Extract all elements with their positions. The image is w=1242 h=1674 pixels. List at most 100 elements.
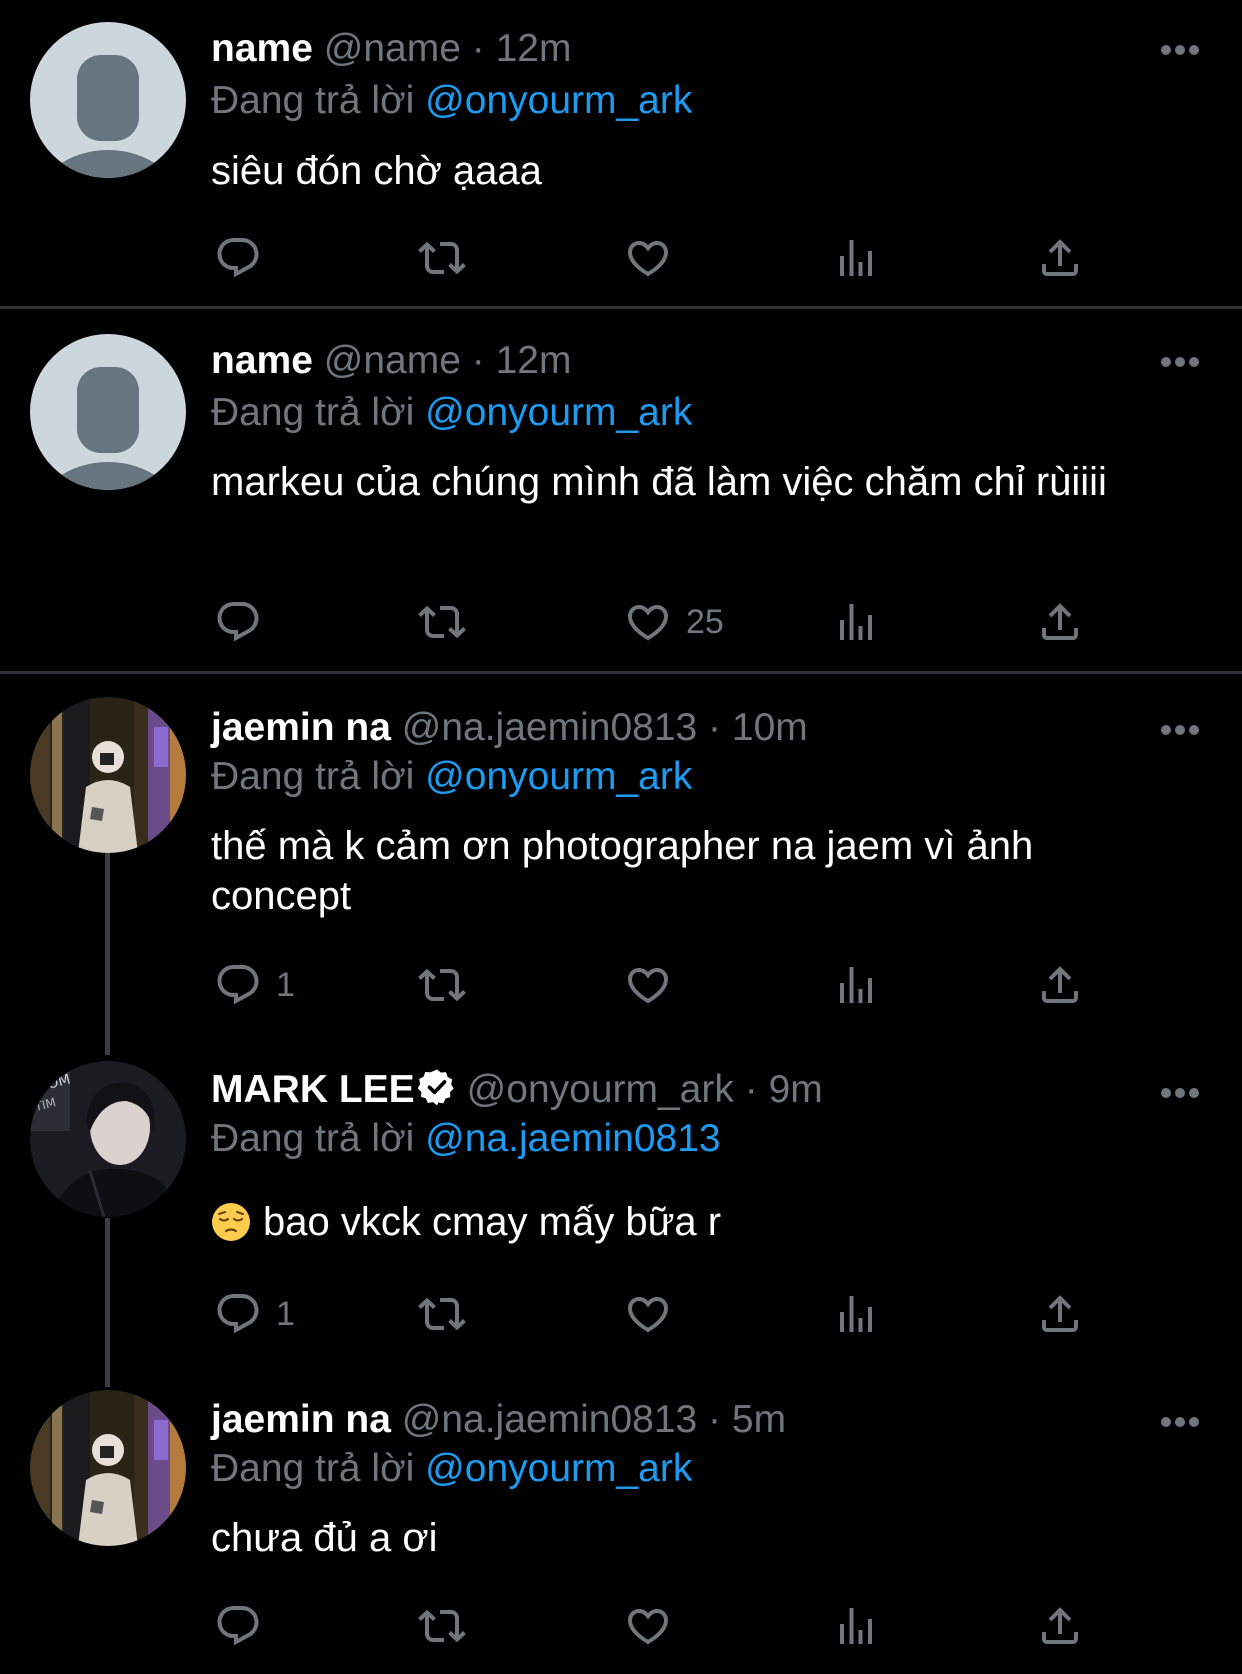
author-name[interactable]: MARK LEE xyxy=(211,1068,415,1111)
like-button[interactable] xyxy=(624,1284,686,1344)
retweet-icon xyxy=(418,241,466,275)
reply-icon xyxy=(217,1606,259,1646)
replying-to: Đang trả lời @na.jaemin0813 xyxy=(211,1114,1182,1164)
tweet-text: chưa đủ a ơi xyxy=(211,1516,438,1560)
like-icon xyxy=(627,1609,669,1645)
mention-link[interactable]: @onyourm_ark xyxy=(425,391,692,434)
retweet-button[interactable] xyxy=(414,1596,470,1656)
views-button[interactable] xyxy=(832,1284,880,1344)
views-icon xyxy=(840,967,872,1003)
reply-button[interactable]: 1 xyxy=(214,955,295,1015)
like-button[interactable] xyxy=(624,228,686,288)
tweet-text: bao vkck cmay mấy bữa r xyxy=(263,1200,722,1244)
more-icon[interactable] xyxy=(1160,1415,1200,1427)
reply-button[interactable] xyxy=(214,592,276,652)
avatar-photo[interactable] xyxy=(30,1390,186,1546)
share-button[interactable] xyxy=(1036,228,1084,288)
share-icon xyxy=(1042,239,1078,276)
like-count: 25 xyxy=(686,602,724,641)
author-name[interactable]: jaemin na xyxy=(211,1398,391,1441)
views-button[interactable] xyxy=(832,228,880,288)
separator-dot: · xyxy=(708,1398,722,1441)
reply-button[interactable] xyxy=(214,1596,276,1656)
tweet-header: jaemin na @na.jaemin0813 · 5m xyxy=(211,1395,1092,1445)
retweet-icon xyxy=(418,1297,466,1331)
more-icon[interactable] xyxy=(1160,723,1200,735)
views-icon xyxy=(840,1608,872,1644)
tweet[interactable]: jaemin na @na.jaemin0813 · 10m Đang trả … xyxy=(0,674,1242,1055)
mention-link[interactable]: @onyourm_ark xyxy=(425,1447,692,1490)
more-icon[interactable] xyxy=(1160,1086,1200,1098)
like-button[interactable]: 25 xyxy=(624,592,724,652)
avatar-photo[interactable] xyxy=(30,697,186,853)
retweet-button[interactable] xyxy=(414,955,470,1015)
like-icon xyxy=(627,1297,669,1333)
views-icon xyxy=(840,604,872,640)
share-button[interactable] xyxy=(1036,1284,1084,1344)
views-button[interactable] xyxy=(832,592,880,652)
separator-dot: · xyxy=(744,1068,758,1111)
avatar-photo[interactable]: SOM TIM xyxy=(30,1061,186,1217)
action-bar: 1 xyxy=(0,955,1242,1015)
like-button[interactable] xyxy=(624,1596,686,1656)
mention-link[interactable]: @onyourm_ark xyxy=(425,79,692,122)
like-icon xyxy=(627,241,669,277)
author-handle[interactable]: @onyourm_ark xyxy=(467,1068,734,1111)
avatar-default[interactable] xyxy=(30,334,186,490)
like-button[interactable] xyxy=(624,955,686,1015)
share-icon xyxy=(1042,1607,1078,1644)
replying-prefix: Đang trả lời xyxy=(211,1447,415,1490)
views-button[interactable] xyxy=(832,955,880,1015)
reply-count: 1 xyxy=(276,1294,295,1333)
share-button[interactable] xyxy=(1036,1596,1084,1656)
more-icon[interactable] xyxy=(1160,43,1200,55)
tweet-header: name @name · 12m xyxy=(211,336,1092,386)
action-bar xyxy=(0,228,1242,288)
tweet-text: thế mà k cảm ơn photographer na jaem vì … xyxy=(211,824,1034,918)
replying-prefix: Đang trả lời xyxy=(211,79,415,122)
tweet[interactable]: SOM TIM MARK LEE @onyourm_ark · 9m Đang t… xyxy=(0,1055,1242,1385)
author-handle[interactable]: @name xyxy=(324,27,461,70)
author-name[interactable]: jaemin na xyxy=(211,706,391,749)
pensive-face-emoji xyxy=(211,1202,251,1242)
replying-to: Đang trả lời @onyourm_ark xyxy=(211,388,1182,438)
mention-link[interactable]: @na.jaemin0813 xyxy=(425,1117,720,1160)
timestamp[interactable]: 12m xyxy=(496,339,572,382)
retweet-icon xyxy=(418,605,466,639)
retweet-button[interactable] xyxy=(414,1284,470,1344)
author-handle[interactable]: @na.jaemin0813 xyxy=(402,706,697,749)
reply-button[interactable] xyxy=(214,228,276,288)
reply-button[interactable]: 1 xyxy=(214,1284,295,1344)
more-icon[interactable] xyxy=(1160,355,1200,367)
action-bar: 25 xyxy=(0,592,1242,652)
like-icon xyxy=(627,605,669,641)
share-icon xyxy=(1042,1295,1078,1332)
share-button[interactable] xyxy=(1036,955,1084,1015)
retweet-icon xyxy=(418,968,466,1002)
mention-link[interactable]: @onyourm_ark xyxy=(425,755,692,798)
retweet-icon xyxy=(418,1609,466,1643)
author-name[interactable]: name xyxy=(211,339,313,382)
replying-to: Đang trả lời @onyourm_ark xyxy=(211,76,1182,126)
reply-count: 1 xyxy=(276,965,295,1004)
tweet[interactable]: name @name · 12m Đang trả lời @onyourm_a… xyxy=(0,309,1242,671)
views-button[interactable] xyxy=(832,1596,880,1656)
retweet-button[interactable] xyxy=(414,592,470,652)
avatar-default[interactable] xyxy=(30,22,186,178)
share-button[interactable] xyxy=(1036,592,1084,652)
timestamp[interactable]: 5m xyxy=(732,1398,786,1441)
verified-badge-icon xyxy=(417,1067,457,1120)
tweet[interactable]: jaemin na @na.jaemin0813 · 5m Đang trả l… xyxy=(0,1385,1242,1674)
timestamp[interactable]: 12m xyxy=(496,27,572,70)
author-handle[interactable]: @name xyxy=(324,339,461,382)
timestamp[interactable]: 9m xyxy=(769,1068,823,1111)
tweet[interactable]: name @name · 12m Đang trả lời @onyourm_a… xyxy=(0,0,1242,306)
replying-prefix: Đang trả lời xyxy=(211,755,415,798)
replying-to: Đang trả lời @onyourm_ark xyxy=(211,1444,1182,1494)
author-handle[interactable]: @na.jaemin0813 xyxy=(402,1398,697,1441)
author-name[interactable]: name xyxy=(211,27,313,70)
timestamp[interactable]: 10m xyxy=(732,706,808,749)
replying-prefix: Đang trả lời xyxy=(211,391,415,434)
retweet-button[interactable] xyxy=(414,228,470,288)
separator-dot: · xyxy=(471,27,485,70)
